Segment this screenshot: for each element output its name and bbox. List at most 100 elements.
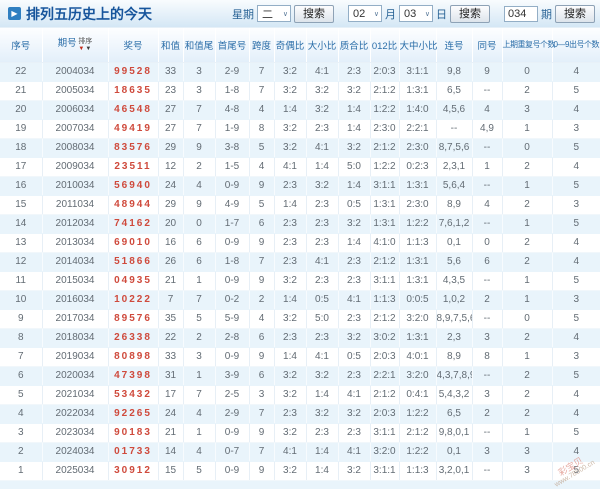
cell: 1: [502, 290, 552, 309]
cell: 2006034: [42, 100, 108, 119]
cell: 3: [552, 347, 600, 366]
cell: --: [472, 309, 502, 328]
cell: 1:3:1: [399, 252, 436, 271]
cell: 2:1:2: [370, 385, 399, 404]
cell: 9: [249, 271, 274, 290]
week-search-button[interactable]: 搜索: [294, 5, 334, 23]
day-label: 日: [436, 6, 447, 22]
cell: 2,3: [436, 328, 472, 347]
header-first-last: 首尾号: [215, 28, 249, 62]
cell: 4:1: [338, 290, 370, 309]
cell: 2,3,1: [436, 157, 472, 176]
sort-asc-icon[interactable]: ▼: [85, 46, 92, 52]
chevron-down-icon: ∨: [374, 10, 379, 18]
cell: 2: [502, 404, 552, 423]
cell: 1:3:1: [370, 214, 399, 233]
cell: 3:2:0: [370, 442, 399, 461]
chevron-down-icon: ∨: [283, 10, 288, 18]
cell: 2:2:1: [370, 366, 399, 385]
cell: 3:1:1: [370, 423, 399, 442]
cell: 2012034: [42, 214, 108, 233]
cell: 17: [0, 157, 42, 176]
cell: 3:2: [274, 461, 306, 480]
cell: 7: [249, 62, 274, 81]
table-row: 172009034235111221-544:11:45:01:2:20:2:3…: [0, 157, 600, 176]
cell: 4:1: [338, 442, 370, 461]
cell: 2:0:3: [370, 347, 399, 366]
header-big-mid-small: 大中小比: [399, 28, 436, 62]
month-select[interactable]: 02 ∨: [348, 5, 382, 22]
footer-strip: [0, 481, 600, 489]
day-select[interactable]: 03 ∨: [399, 5, 433, 22]
cell: 3:2: [306, 404, 338, 423]
cell: 9: [249, 461, 274, 480]
cell: 1:2:2: [370, 157, 399, 176]
cell: 2:3: [274, 233, 306, 252]
issue-search-button[interactable]: 搜索: [555, 5, 595, 23]
cell: 1:4: [274, 195, 306, 214]
cell: 16: [0, 176, 42, 195]
cell: 0,1: [436, 442, 472, 461]
cell: 0,1: [436, 233, 472, 252]
cell: 2: [502, 328, 552, 347]
cell: 5: [0, 385, 42, 404]
cell: 1: [0, 461, 42, 480]
cell: 3: [249, 385, 274, 404]
cell: 15: [0, 195, 42, 214]
cell: 5: [552, 423, 600, 442]
cell: 8: [472, 347, 502, 366]
table-row: 182008034835762993-853:24:13:22:1:22:3:0…: [0, 138, 600, 157]
issue-label: 期: [541, 6, 552, 22]
cell: --: [472, 176, 502, 195]
cell: 8,9: [436, 347, 472, 366]
cell: 5: [552, 271, 600, 290]
cell: 1: [183, 366, 215, 385]
prize-number-cell: 26338: [108, 328, 158, 347]
search-controls: 星期 二 ∨ 搜索 02 ∨ 月 03 ∨ 日 搜索 期 搜索: [232, 5, 595, 23]
cell: 4: [552, 404, 600, 423]
cell: 7: [249, 404, 274, 423]
cell: --: [472, 138, 502, 157]
prize-number-cell: 46548: [108, 100, 158, 119]
cell: 5-9: [215, 309, 249, 328]
cell: 0:4:1: [399, 385, 436, 404]
header-prime-composite: 质合比: [338, 28, 370, 62]
cell: 2024034: [42, 442, 108, 461]
cell: 1:3:1: [399, 271, 436, 290]
table-row: 92017034895763555-943:25:02:32:1:23:2:08…: [0, 309, 600, 328]
cell: 2013034: [42, 233, 108, 252]
cell: 5: [183, 309, 215, 328]
cell: 5:0: [338, 157, 370, 176]
cell: 4: [249, 309, 274, 328]
cell: 3:2:0: [399, 309, 436, 328]
sort-arrows: ▼▼: [78, 46, 92, 52]
prize-number-cell: 99528: [108, 62, 158, 81]
cell: 1: [502, 347, 552, 366]
date-search-button[interactable]: 搜索: [450, 5, 490, 23]
cell: 2:3: [274, 176, 306, 195]
cell: 1: [472, 157, 502, 176]
month-select-value: 02: [353, 8, 365, 20]
table-row: 10201603410222770-221:40:54:11:1:30:0:51…: [0, 290, 600, 309]
cell: 1: [502, 176, 552, 195]
cell: 2:3: [274, 214, 306, 233]
week-select[interactable]: 二 ∨: [257, 5, 291, 22]
prize-number-cell: 69010: [108, 233, 158, 252]
cell: --: [472, 366, 502, 385]
cell: 3:2: [338, 461, 370, 480]
cell: --: [472, 461, 502, 480]
day-select-value: 03: [404, 8, 416, 20]
issue-input[interactable]: [504, 6, 538, 22]
cell: 33: [158, 62, 183, 81]
cell: 2-5: [215, 385, 249, 404]
prize-number-cell: 18635: [108, 81, 158, 100]
cell: 3:1:1: [370, 271, 399, 290]
cell: 2: [502, 385, 552, 404]
history-table: 序号 期号 排序 ▼▼ 奖号 和值 和值尾 首尾号 跨度 奇偶比 大小比: [0, 28, 600, 481]
cell: 0-9: [215, 176, 249, 195]
cell: 2: [472, 404, 502, 423]
cell: 9,8,0,1: [436, 423, 472, 442]
cell: 5: [552, 309, 600, 328]
week-select-value: 二: [262, 6, 273, 22]
cell: 2: [502, 366, 552, 385]
